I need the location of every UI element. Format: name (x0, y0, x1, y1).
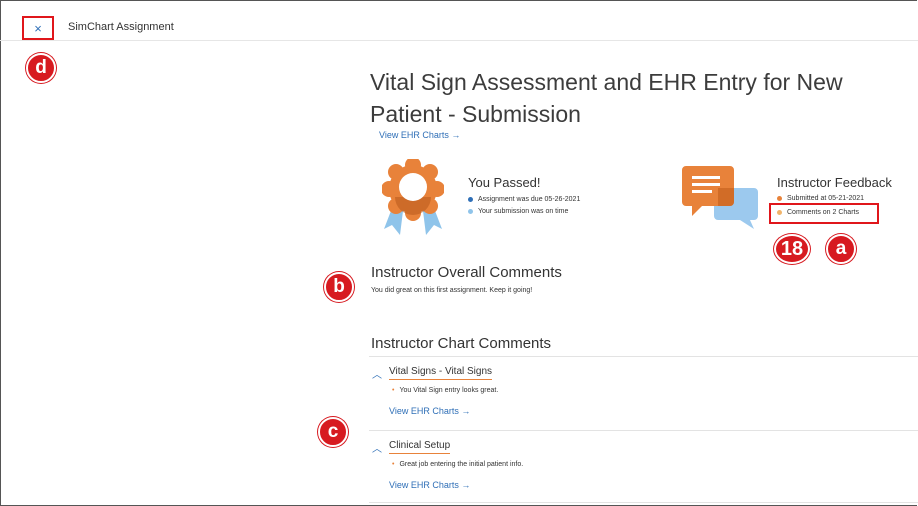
close-button[interactable]: × (22, 16, 54, 40)
view-ehr-charts-link[interactable]: View EHR Charts → (379, 130, 460, 140)
annotation-marker-b: b (324, 272, 354, 302)
chart-comment: • Great job entering the initial patient … (392, 461, 523, 468)
status-dot (777, 196, 782, 201)
chart-comment: • You Vital Sign entry looks great. (392, 387, 498, 394)
divider (369, 502, 918, 503)
status-dot (777, 210, 782, 215)
status-dot (468, 209, 473, 214)
top-bar: × SimChart Assignment (0, 0, 918, 41)
close-icon: × (34, 20, 42, 36)
annotation-step-number: 18 (774, 234, 810, 264)
submitted-text: Submitted at 05-21-2021 (787, 195, 865, 202)
overall-comments-text: You did great on this first assignment. … (371, 287, 533, 294)
view-ehr-charts-link[interactable]: View EHR Charts → (389, 406, 470, 416)
annotation-marker-d: d (26, 53, 56, 83)
status-dot (468, 197, 473, 202)
submitted-status: Submitted at 05-21-2021 (777, 195, 864, 202)
chart-name[interactable]: Clinical Setup (389, 440, 451, 454)
overall-comments-heading: Instructor Overall Comments (371, 264, 562, 281)
feedback-title: Instructor Feedback (777, 175, 892, 190)
chevron-up-icon[interactable]: ︿ (372, 440, 382, 455)
award-ribbon-icon (381, 157, 445, 242)
chart-comment-text: You Vital Sign entry looks great. (399, 387, 499, 394)
chart-comments-heading: Instructor Chart Comments (371, 335, 552, 352)
chart-comment-text: Great job entering the initial patient i… (399, 461, 524, 468)
divider (369, 356, 918, 357)
app-title: SimChart Assignment (68, 21, 174, 33)
due-date-status: Assignment was due 05-26-2021 (468, 196, 580, 203)
passed-title: You Passed! (468, 175, 541, 190)
on-time-status: Your submission was on time (468, 208, 568, 215)
bullet-icon: • (392, 387, 395, 394)
due-date-text: Assignment was due 05-26-2021 (478, 196, 581, 203)
annotation-marker-a: a (826, 234, 856, 264)
comments-text: Comments on 2 Charts (787, 209, 859, 216)
chart-name[interactable]: Vital Signs - Vital Signs (389, 366, 493, 380)
bullet-icon: • (392, 461, 395, 468)
divider (369, 430, 918, 431)
chevron-up-icon[interactable]: ︿ (372, 366, 382, 381)
comments-status[interactable]: Comments on 2 Charts (777, 209, 859, 216)
annotation-marker-c: c (318, 417, 348, 447)
on-time-text: Your submission was on time (478, 208, 569, 215)
view-ehr-charts-link[interactable]: View EHR Charts → (389, 480, 470, 490)
page-title: Vital Sign Assessment and EHR Entry for … (370, 69, 843, 127)
chat-bubbles-icon (680, 164, 760, 237)
